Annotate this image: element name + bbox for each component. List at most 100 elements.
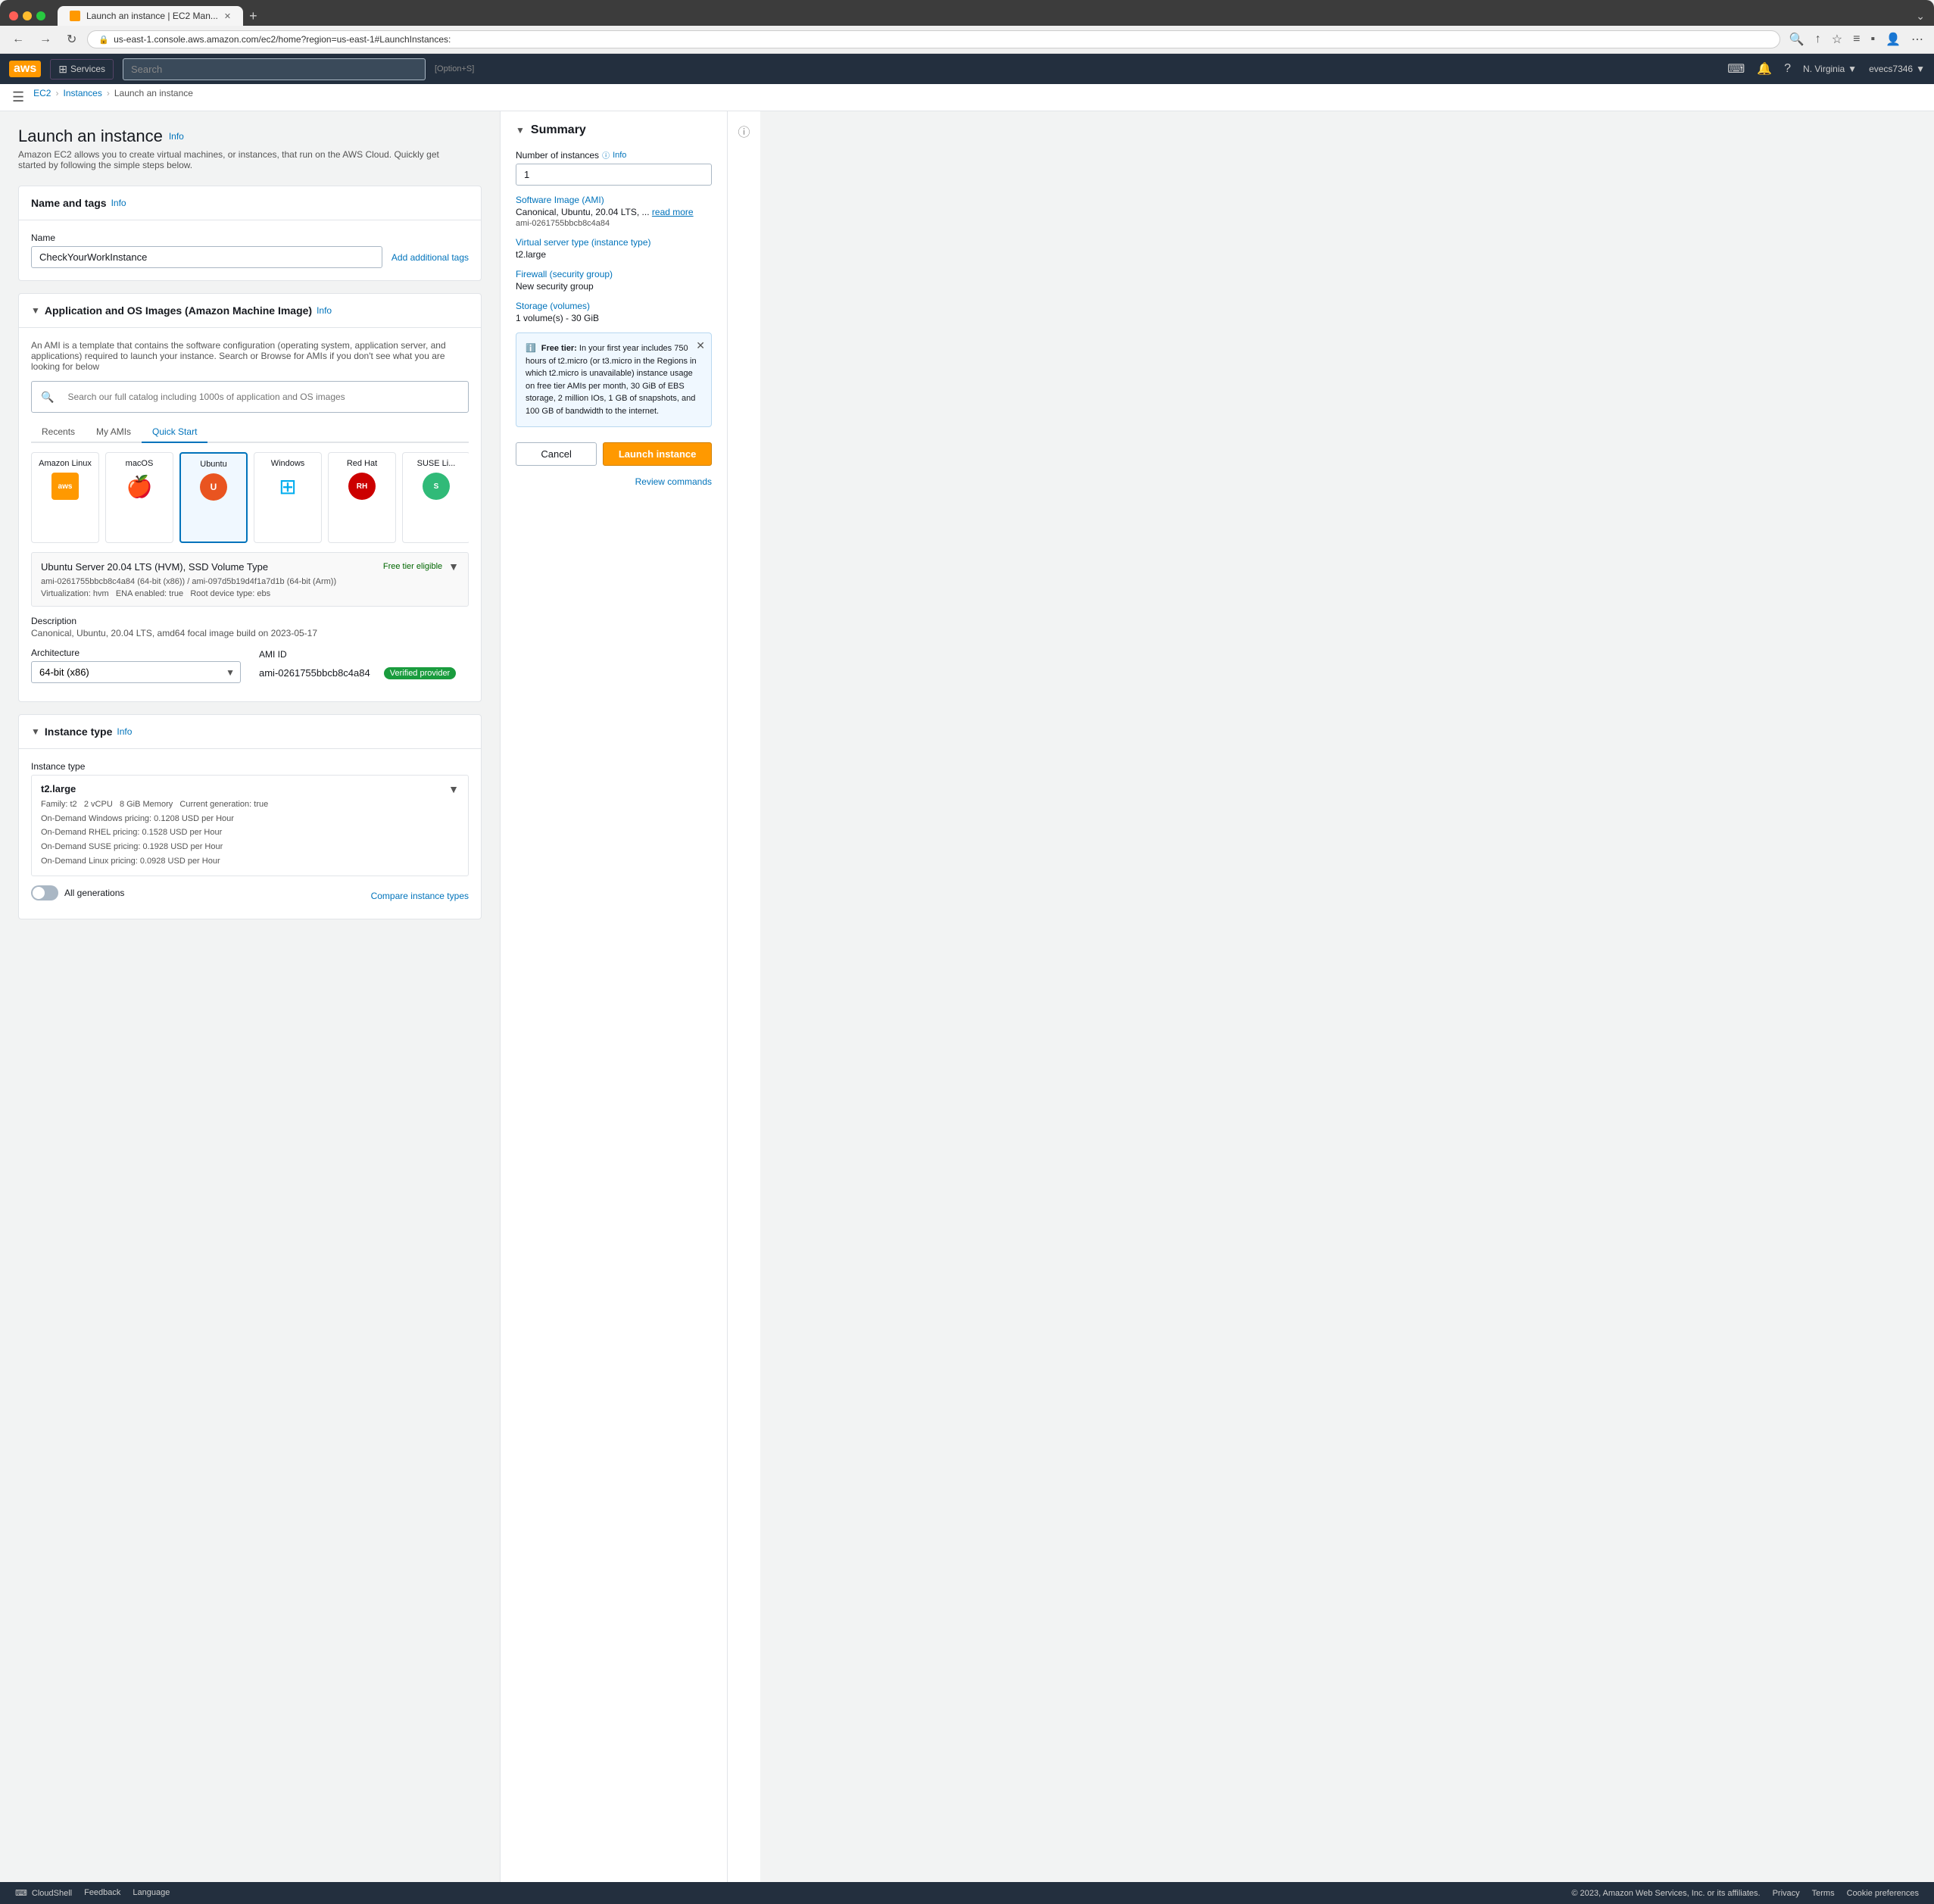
tab-close-btn[interactable]: ✕ <box>224 11 231 21</box>
summary-instance-type-label[interactable]: Virtual server type (instance type) <box>516 237 712 248</box>
cloudshell-icon[interactable]: ⌨ <box>1727 61 1745 76</box>
action-buttons-container: Cancel Launch instance Review commands <box>516 442 712 487</box>
breadcrumb-instances[interactable]: Instances <box>63 88 101 98</box>
right-panel-info-icon[interactable]: ⓘ <box>738 122 750 1894</box>
windows-icon: ⊞ <box>273 471 303 501</box>
summary-collapse-icon[interactable]: ▼ <box>516 125 525 136</box>
summary-sidebar: ▼ Summary Number of instances ⓘ Info Sof… <box>500 111 727 1894</box>
summary-ami-read-more[interactable]: read more <box>652 207 694 217</box>
name-tags-section: Name and tags Info Name Add additional t… <box>18 186 482 281</box>
ami-desc-value: Canonical, Ubuntu, 20.04 LTS, amd64 foca… <box>31 628 469 638</box>
ami-id-label: AMI ID <box>259 649 469 660</box>
architecture-select[interactable]: 64-bit (x86) 64-bit (Arm) <box>31 661 241 683</box>
aws-logo: aws <box>9 61 41 77</box>
ami-tabs: Recents My AMIs Quick Start <box>31 422 469 443</box>
instance-type-info-link[interactable]: Info <box>117 726 132 737</box>
ami-card-macos[interactable]: macOS 🍎 <box>105 452 173 543</box>
cancel-button[interactable]: Cancel <box>516 442 597 466</box>
cloudshell-button[interactable]: ⌨ CloudShell <box>15 1888 72 1898</box>
forward-button[interactable]: → <box>35 31 56 48</box>
ami-detail-expand-icon[interactable]: ▼ <box>448 560 459 573</box>
back-button[interactable]: ← <box>8 31 29 48</box>
address-bar[interactable]: 🔒 us-east-1.console.aws.amazon.com/ec2/h… <box>87 30 1780 48</box>
bookmark-button[interactable]: ☆ <box>1829 30 1845 48</box>
compare-instance-types-link[interactable]: Compare instance types <box>371 891 469 901</box>
privacy-link[interactable]: Privacy <box>1773 1889 1800 1898</box>
page-info-link[interactable]: Info <box>169 131 184 142</box>
ami-info-link[interactable]: Info <box>317 305 332 316</box>
lock-icon: 🔒 <box>98 35 109 45</box>
free-tier-notice: ✕ ℹ️ Free tier: In your first year inclu… <box>516 332 712 427</box>
terms-link[interactable]: Terms <box>1812 1889 1835 1898</box>
ami-detail-id: ami-0261755bbcb8c4a84 (64-bit (x86)) / a… <box>41 577 459 586</box>
feedback-link[interactable]: Feedback <box>84 1888 120 1898</box>
summary-storage-label[interactable]: Storage (volumes) <box>516 301 712 311</box>
instance-current-gen: Current generation: true <box>179 800 268 809</box>
ami-card-ubuntu[interactable]: Ubuntu U <box>179 452 248 543</box>
ami-card-redhat[interactable]: Red Hat RH <box>328 452 396 543</box>
maximize-dot[interactable] <box>36 11 45 20</box>
ami-card-amazon-linux[interactable]: Amazon Linux aws <box>31 452 99 543</box>
services-button[interactable]: ⊞ Services <box>50 59 114 80</box>
instance-type-selected: t2.large <box>41 783 268 794</box>
new-tab-button[interactable]: + <box>249 8 257 24</box>
aws-search-input[interactable] <box>123 58 426 80</box>
tab-my-amis[interactable]: My AMIs <box>86 422 142 443</box>
profile-button[interactable]: 👤 <box>1883 30 1904 48</box>
help-icon[interactable]: ? <box>1784 62 1791 76</box>
free-tier-info-icon: ℹ️ <box>526 344 536 353</box>
launch-instance-button[interactable]: Launch instance <box>603 442 712 466</box>
instance-type-collapse-icon[interactable]: ▼ <box>31 726 40 737</box>
search-toolbar-button[interactable]: 🔍 <box>1786 30 1808 48</box>
summary-instances-info-icon[interactable]: ⓘ <box>602 149 610 161</box>
summary-firewall-value: New security group <box>516 281 712 292</box>
add-tags-link[interactable]: Add additional tags <box>391 252 469 263</box>
nav-hamburger[interactable]: ☰ <box>12 89 24 105</box>
user-menu[interactable]: evecs7346 ▼ <box>1869 64 1925 74</box>
cookies-link[interactable]: Cookie preferences <box>1847 1889 1919 1898</box>
sidebar-button[interactable]: ▪ <box>1867 30 1878 48</box>
share-button[interactable]: ↑ <box>1812 30 1824 48</box>
tab-recents[interactable]: Recents <box>31 422 86 443</box>
minimize-dot[interactable] <box>23 11 32 20</box>
summary-firewall-label[interactable]: Firewall (security group) <box>516 269 712 279</box>
free-tier-close-button[interactable]: ✕ <box>696 339 705 352</box>
language-link[interactable]: Language <box>133 1888 170 1898</box>
name-tags-title: Name and tags <box>31 197 107 209</box>
breadcrumb-ec2[interactable]: EC2 <box>33 88 51 98</box>
user-dropdown-arrow: ▼ <box>1916 64 1925 74</box>
architecture-label: Architecture <box>31 648 241 658</box>
reload-button[interactable]: ↻ <box>62 30 81 48</box>
ami-card-suse[interactable]: SUSE Li... S <box>402 452 469 543</box>
summary-instances-input[interactable] <box>516 164 712 186</box>
region-dropdown-arrow: ▼ <box>1848 64 1857 74</box>
ami-id-value: ami-0261755bbcb8c4a84 <box>259 663 370 683</box>
name-tags-info-link[interactable]: Info <box>111 198 126 208</box>
suse-icon: S <box>421 471 451 501</box>
ami-detail-meta: Virtualization: hvm ENA enabled: true Ro… <box>41 589 459 598</box>
review-commands-button[interactable]: Review commands <box>516 476 712 487</box>
summary-ami-label[interactable]: Software Image (AMI) <box>516 195 712 205</box>
breadcrumb: EC2 › Instances › Launch an instance <box>33 88 193 98</box>
notifications-icon[interactable]: 🔔 <box>1757 61 1772 76</box>
ami-search-input[interactable] <box>60 387 459 407</box>
ami-collapse-icon[interactable]: ▼ <box>31 305 40 316</box>
instance-memory: 8 GiB Memory <box>120 800 173 809</box>
reading-list-button[interactable]: ≡ <box>1850 30 1863 48</box>
browser-menu-icon-button[interactable]: ⋯ <box>1908 30 1926 48</box>
page-description: Amazon EC2 allows you to create virtual … <box>18 149 442 170</box>
active-tab[interactable]: Launch an instance | EC2 Man... ✕ <box>58 6 243 26</box>
region-selector[interactable]: N. Virginia ▼ <box>1803 64 1857 74</box>
ami-search-icon: 🔍 <box>41 391 54 404</box>
summary-instances-info-link[interactable]: Info <box>613 151 626 160</box>
all-generations-toggle[interactable] <box>31 885 58 900</box>
ami-card-windows[interactable]: Windows ⊞ <box>254 452 322 543</box>
ami-section-title: Application and OS Images (Amazon Machin… <box>45 304 312 317</box>
name-input[interactable] <box>31 246 382 268</box>
instance-type-expand-icon[interactable]: ▼ <box>448 783 459 795</box>
ami-description: An AMI is a template that contains the s… <box>31 340 469 372</box>
close-dot[interactable] <box>9 11 18 20</box>
verified-provider-badge: Verified provider <box>384 667 457 679</box>
browser-menu-button[interactable]: ⌄ <box>1916 10 1925 23</box>
tab-quick-start[interactable]: Quick Start <box>142 422 207 443</box>
